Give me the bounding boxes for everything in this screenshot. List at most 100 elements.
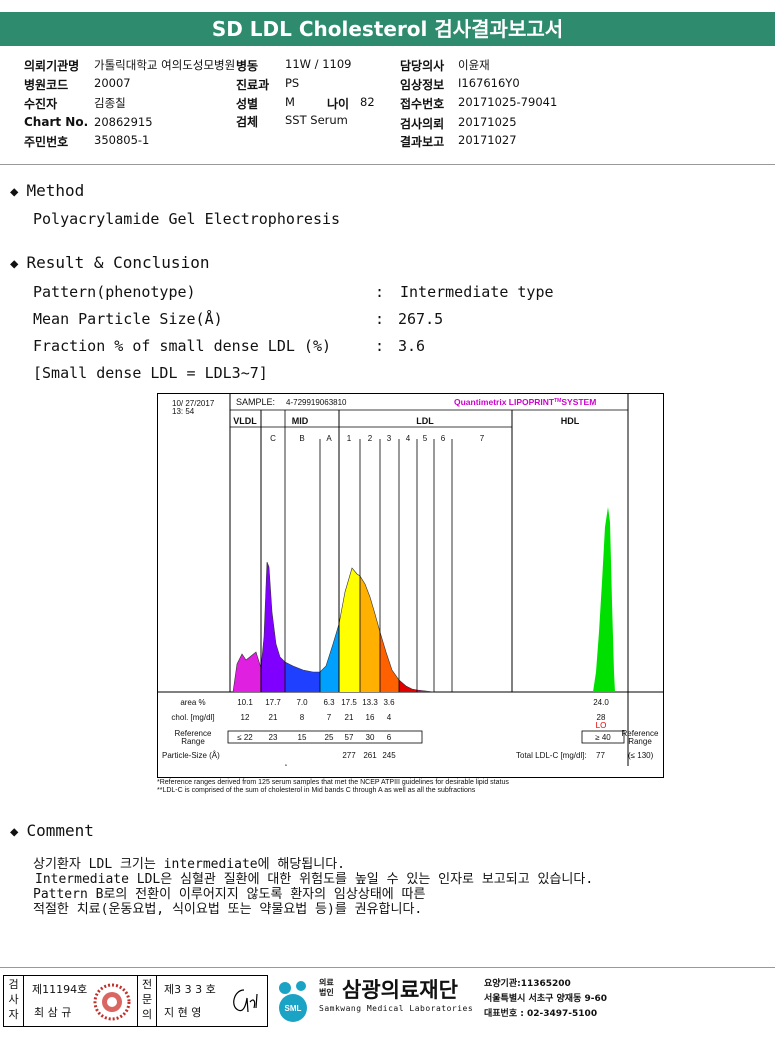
result-label: Pattern(phenotype) — [33, 283, 196, 301]
ps-value: 277 — [342, 751, 356, 760]
info-label: 성별 — [236, 97, 259, 111]
info-value: 20862915 — [94, 115, 153, 129]
table-layer: area %chol. [mg/dl]ReferenceRange10.1 17.… — [162, 698, 659, 774]
info-label: 임상정보 — [400, 78, 445, 92]
info-label: 접수번호 — [400, 97, 445, 111]
org-prefix: 의료법인 — [319, 978, 334, 997]
info-value: 이윤재 — [458, 58, 490, 72]
hdl-flag: LO — [596, 721, 607, 730]
info-label: 주민번호 — [24, 135, 69, 149]
total-ldl-label: Total LDL-C [mg/dl]: — [516, 751, 587, 760]
result-heading: ◆ Result & Conclusion — [10, 253, 210, 272]
seal-icon — [93, 983, 131, 1021]
info-value: 20171025-79041 — [458, 95, 558, 109]
footnote-2: **LDL-C is comprised of the sum of chole… — [157, 787, 476, 794]
diamond-icon: ◆ — [10, 824, 19, 840]
info-value: M — [285, 95, 295, 109]
ref-value: 57 — [345, 733, 354, 742]
info-label: 나이 — [327, 97, 350, 111]
row-label-chol: chol. [mg/dl] — [171, 713, 214, 722]
org-code: 요양기관:11365200 — [484, 979, 571, 989]
info-label: Chart No. — [24, 115, 89, 129]
band-label: A — [326, 434, 332, 443]
band-label: 4 — [406, 434, 411, 443]
specialist-name: 지 현 영 — [164, 1006, 202, 1019]
info-value: 11W / 1109 — [285, 57, 352, 71]
result-value: 267.5 — [398, 310, 444, 328]
chol-value: 8 — [300, 713, 305, 722]
info-value: SST Serum — [285, 113, 348, 127]
brand-name: Quantimetrix LIPOPRINTTMSYSTEM — [454, 397, 596, 407]
info-label: 검체 — [236, 115, 259, 129]
specialist-no: 제3 3 3 호 — [164, 983, 216, 996]
info-label: 병원코드 — [24, 78, 69, 92]
signature-box: 검사자 제11194호 최 삼 규 전문의 제3 3 3 호 지 현 영 — [3, 975, 268, 1027]
result-note: [Small dense LDL = LDL3~7] — [33, 364, 268, 382]
ref-title: Range — [628, 737, 652, 746]
specialist-vertical: 전문의 — [137, 976, 157, 1026]
diamond-icon: ◆ — [10, 256, 19, 272]
info-label: 진료과 — [236, 78, 270, 92]
inspector-name: 최 삼 규 — [34, 1006, 72, 1019]
comment-line: Pattern B로의 전환이 이루어지지 않도록 환자의 임상상태에 따른 — [33, 887, 426, 902]
lipoprint-svg: 10/ 27/2017 13: 54 SAMPLE: 4-72991906381… — [158, 394, 663, 777]
chol-value: 21 — [269, 713, 278, 722]
chol-value: 7 — [327, 713, 332, 722]
chol-value: 4 — [387, 713, 392, 722]
footer-divider — [0, 967, 775, 968]
sml-logo-icon: SML — [279, 981, 307, 1022]
area-value: 7.0 — [296, 698, 308, 707]
ref-value: 30 — [366, 733, 375, 742]
peak-layer — [232, 507, 615, 693]
info-label: 검사의뢰 — [400, 117, 445, 131]
band-label: 7 — [480, 434, 485, 443]
chol-value: 12 — [241, 713, 250, 722]
method-heading: ◆ Method — [10, 181, 85, 200]
area-value: 3.6 — [383, 698, 395, 707]
info-label: 병동 — [236, 59, 259, 73]
info-value: 82 — [360, 95, 375, 109]
band-label: 6 — [441, 434, 446, 443]
band-label: 2 — [368, 434, 373, 443]
ps-value: 245 — [382, 751, 396, 760]
org-block: SML 의료법인 삼광의료재단 Samkwang Medical Laborat… — [272, 972, 772, 1030]
info-value: 20007 — [94, 76, 131, 90]
org-phone: 대표번호 : 02-3497-5100 — [484, 1009, 598, 1019]
area-value: 13.3 — [362, 698, 378, 707]
lipoprint-chart: 10/ 27/2017 13: 54 SAMPLE: 4-72991906381… — [157, 393, 664, 778]
ps-value: 261 — [363, 751, 377, 760]
diamond-icon: ◆ — [10, 184, 19, 200]
peak-area — [593, 507, 615, 692]
result-label: Mean Particle Size(Å) — [33, 310, 223, 328]
chol-value: 16 — [366, 713, 375, 722]
info-value: PS — [285, 76, 300, 90]
band-layer: VLDL MID LDL HDL C B A 1 2 3 4 5 6 7 — [230, 410, 580, 692]
svg-text:SML: SML — [285, 1004, 302, 1013]
comment-line: 적절한 치료(운동요법, 식이요법 또는 약물요법 등)를 권유합니다. — [33, 902, 423, 917]
band-label: 5 — [423, 434, 428, 443]
info-value: 가톨릭대학교 여의도성모병원 — [94, 58, 236, 72]
peak-area — [285, 662, 320, 692]
result-colon: : — [375, 283, 385, 301]
report-title: SD LDL Cholesterol 검사결과보고서 — [0, 12, 775, 46]
org-english: Samkwang Medical Laboratories — [319, 1004, 474, 1013]
comment-line: 상기환자 LDL 크기는 intermediate에 해당됩니다. — [33, 857, 346, 872]
hdl-area: 24.0 — [593, 698, 609, 707]
info-value: 350805-1 — [94, 133, 150, 147]
area-value: 17.5 — [341, 698, 357, 707]
group-label: MID — [292, 416, 309, 426]
info-value: 20171025 — [458, 115, 517, 129]
chart-time: 13: 54 — [172, 407, 195, 416]
ref-value: 15 — [298, 733, 307, 742]
result-colon: : — [375, 310, 385, 328]
info-label: 수진자 — [24, 97, 58, 111]
group-label: HDL — [561, 416, 580, 426]
info-value: 20171027 — [458, 133, 517, 147]
peak-area — [233, 652, 261, 692]
band-label: C — [270, 434, 276, 443]
area-value: 6.3 — [323, 698, 335, 707]
method-text: Polyacrylamide Gel Electrophoresis — [33, 210, 341, 228]
band-label: 1 — [347, 434, 352, 443]
patient-info: 의뢰기관명 가톨릭대학교 여의도성모병원 병원코드 20007 수진자 김종칠 … — [0, 55, 775, 165]
total-ldl-ref: (≤ 130) — [628, 751, 654, 760]
